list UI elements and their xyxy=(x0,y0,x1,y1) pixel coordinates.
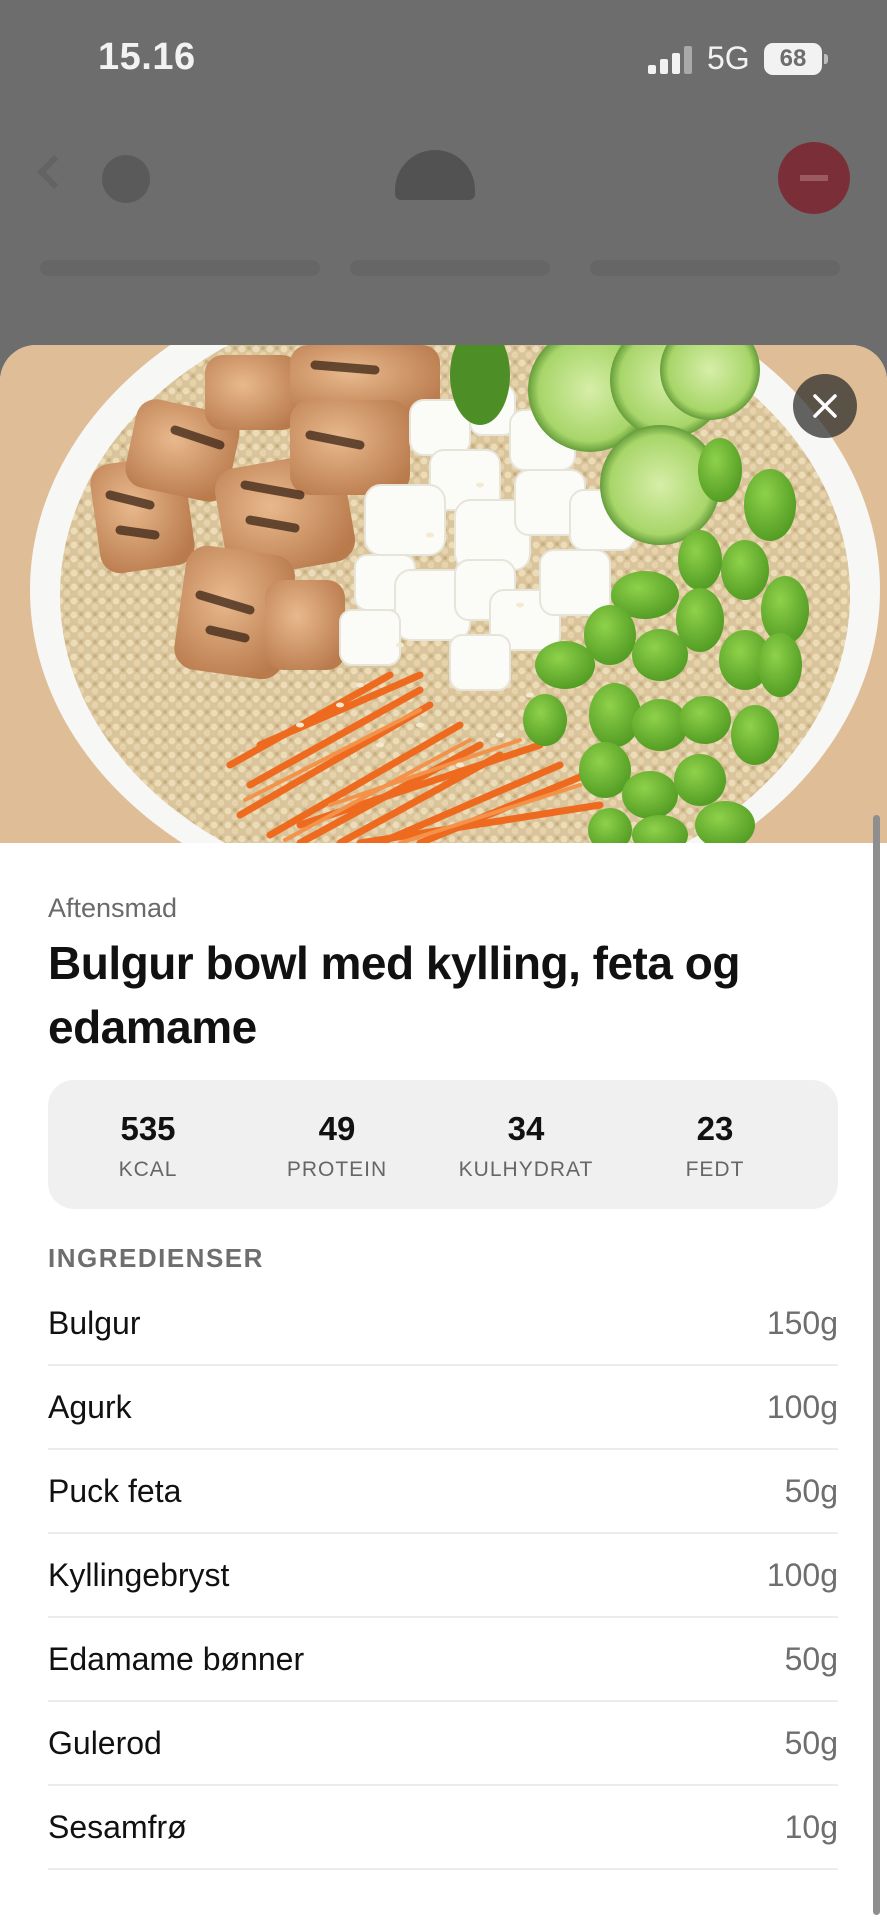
macro-label: PROTEIN xyxy=(286,1158,388,1181)
recipe-sheet: Aftensmad Bulgur bowl med kylling, feta … xyxy=(0,345,887,1920)
status-time: 15.16 xyxy=(98,36,196,78)
macro-protein: 49 PROTEIN xyxy=(247,1110,427,1182)
ingredient-amount: 50g xyxy=(784,1472,838,1509)
ingredient-row: Kyllingebryst 100g xyxy=(48,1534,838,1618)
ingredient-amount: 100g xyxy=(766,1556,838,1593)
food-bowl-photo xyxy=(0,345,887,843)
ingredient-row: Agurk 100g xyxy=(48,1366,838,1450)
ingredient-name: Bulgur xyxy=(48,1304,141,1341)
background-text xyxy=(40,260,320,276)
status-bar: 15.16 5G 68 xyxy=(0,0,887,120)
ingredient-name: Sesamfrø xyxy=(48,1808,187,1845)
ingredient-name: Puck feta xyxy=(48,1472,182,1509)
recipe-category: Aftensmad xyxy=(48,893,178,923)
macro-value: 49 xyxy=(318,1110,356,1147)
ingredient-name: Gulerod xyxy=(48,1724,162,1761)
battery-level: 68 xyxy=(779,45,807,72)
scrollbar[interactable] xyxy=(873,815,880,1915)
ingredients-list: Bulgur 150g Agurk 100g Puck feta 50g Kyl… xyxy=(48,1282,838,1870)
ingredient-row: Gulerod 50g xyxy=(48,1702,838,1786)
ingredient-name: Agurk xyxy=(48,1388,132,1425)
background-text xyxy=(590,260,840,276)
signal-icon xyxy=(648,46,694,74)
background-app xyxy=(0,120,887,350)
battery-cap xyxy=(824,54,828,64)
ingredient-amount: 10g xyxy=(784,1808,838,1845)
macro-label: KCAL xyxy=(118,1158,178,1181)
macro-carbs: 34 KULHYDRAT xyxy=(436,1110,616,1182)
ingredient-name: Kyllingebryst xyxy=(48,1556,230,1593)
app-logo xyxy=(395,150,475,200)
macro-fat: 23 FEDT xyxy=(625,1110,805,1182)
macro-value: 34 xyxy=(507,1110,545,1147)
battery-icon: 68 xyxy=(764,43,822,75)
macro-label: FEDT xyxy=(685,1158,745,1181)
ingredient-row: Sesamfrø 10g xyxy=(48,1786,838,1870)
add-icon xyxy=(778,142,850,214)
ingredient-row: Edamame bønner 50g xyxy=(48,1618,838,1702)
macro-value: 23 xyxy=(696,1110,734,1147)
macro-label: KULHYDRAT xyxy=(458,1158,594,1181)
ingredient-row: Bulgur 150g xyxy=(48,1282,838,1366)
background-text xyxy=(350,260,550,276)
ingredient-amount: 50g xyxy=(784,1724,838,1761)
close-icon xyxy=(813,394,837,418)
ingredients-heading: INGREDIENSER xyxy=(48,1243,264,1273)
ingredient-amount: 100g xyxy=(766,1388,838,1425)
ingredient-name: Edamame bønner xyxy=(48,1640,305,1677)
network-label: 5G xyxy=(707,40,750,76)
back-icon xyxy=(37,155,71,189)
macro-kcal: 535 KCAL xyxy=(58,1110,238,1182)
macro-value: 535 xyxy=(120,1110,176,1147)
ingredient-row: Puck feta 50g xyxy=(48,1450,838,1534)
macros-panel: 535 KCAL 49 PROTEIN 34 KULHYDRAT 23 FEDT xyxy=(48,1080,838,1209)
recipe-title: Bulgur bowl med kylling, feta og edamame xyxy=(48,937,740,1053)
avatar xyxy=(102,155,150,203)
close-button[interactable] xyxy=(793,374,857,438)
ingredient-amount: 50g xyxy=(784,1640,838,1677)
ingredient-amount: 150g xyxy=(766,1304,838,1341)
